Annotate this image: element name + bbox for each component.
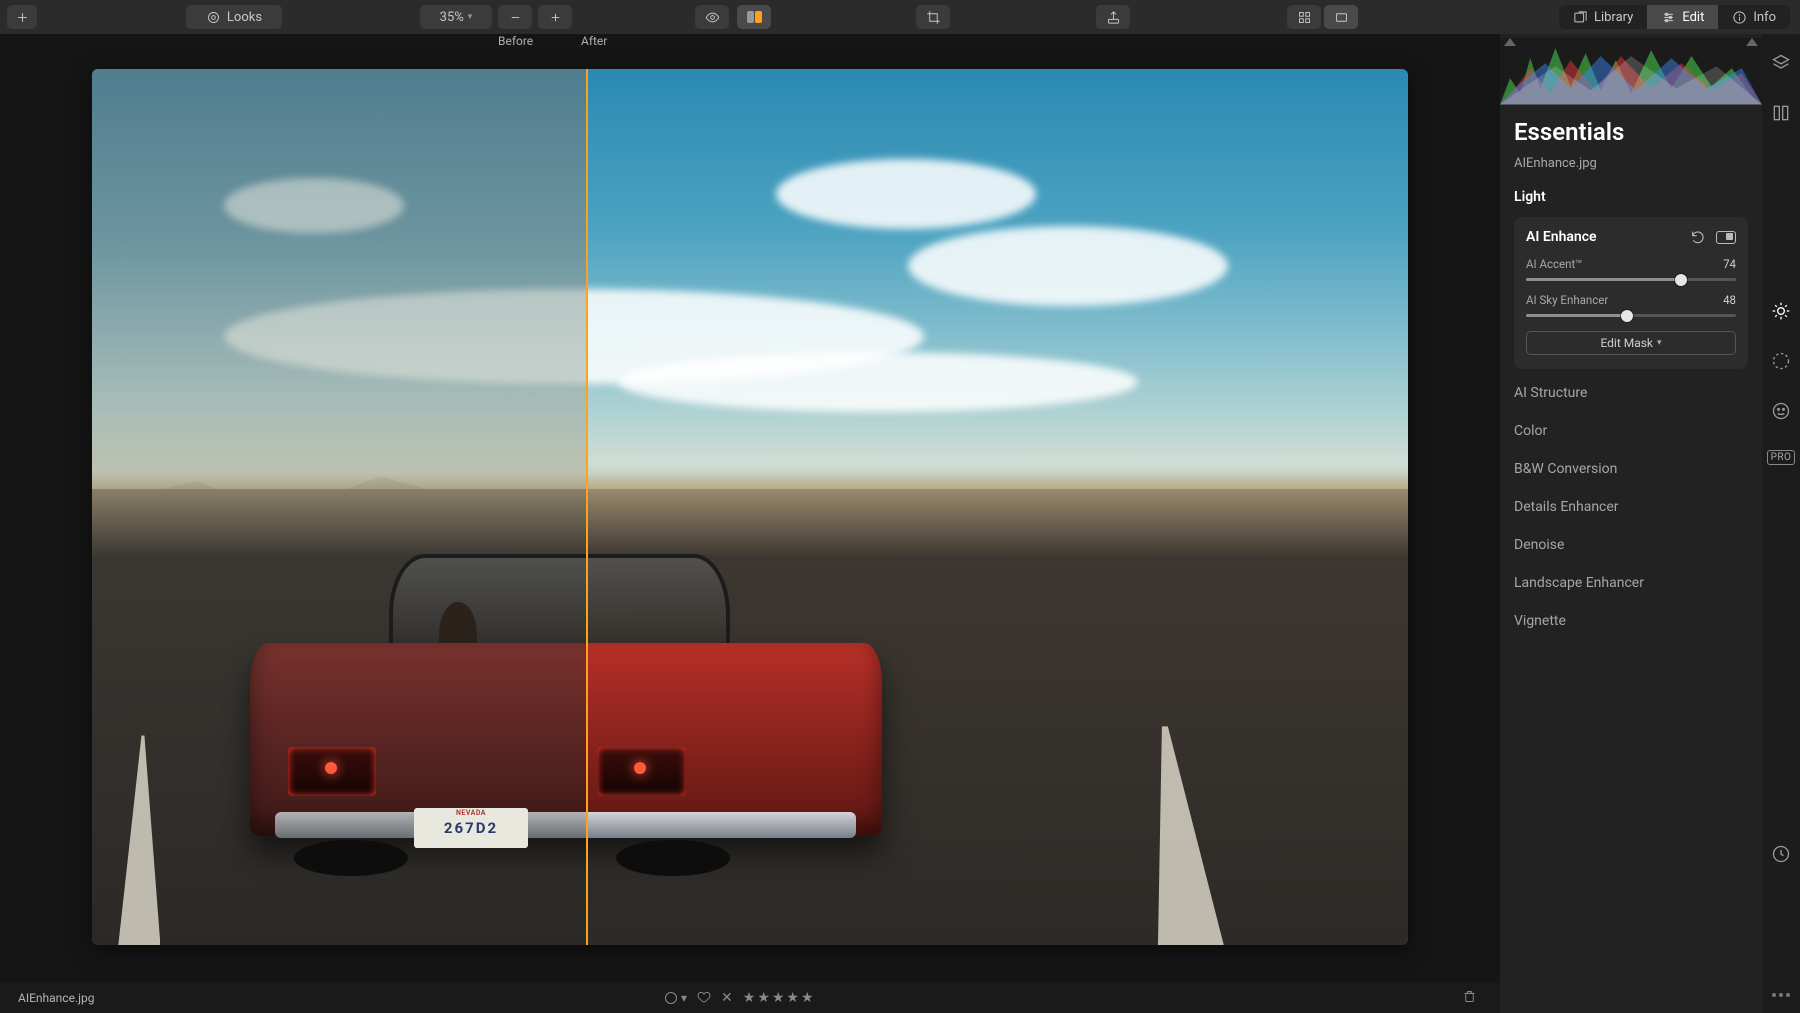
panel-filename: AIEnhance.jpg [1514,156,1748,171]
canvas-icon[interactable] [1770,102,1792,124]
looks-button[interactable]: Looks [186,5,282,29]
grid-view-button[interactable] [1287,5,1321,29]
creative-tool-icon[interactable] [1770,350,1792,372]
crop-button[interactable] [916,5,950,29]
ai-enhance-title[interactable]: AI Enhance [1526,229,1597,245]
section-landscape[interactable]: Landscape Enhancer [1514,575,1748,591]
section-denoise[interactable]: Denoise [1514,537,1748,553]
export-button[interactable] [1096,5,1130,29]
edit-mask-button[interactable]: Edit Mask [1526,331,1736,355]
section-details[interactable]: Details Enhancer [1514,499,1748,515]
rating-controls: ▾ ✕ ★★★★★ [665,990,816,1007]
zoom-value: 35% [440,10,464,25]
reject-button[interactable]: ✕ [721,990,733,1006]
section-color[interactable]: Color [1514,423,1748,439]
color-label-button[interactable] [665,992,677,1004]
top-toolbar: Looks 35% ▾ Library Edit [0,0,1800,34]
star-rating[interactable]: ★★★★★ [743,990,816,1006]
ai-accent-value: 74 [1723,257,1736,271]
footer-filename: AIEnhance.jpg [18,991,94,1005]
zoom-level-dropdown[interactable]: 35% ▾ [420,5,492,29]
pro-badge: PRO [1767,450,1796,465]
section-ai-structure[interactable]: AI Structure [1514,385,1748,401]
ai-accent-label: AI Accent™ [1526,257,1582,271]
compare-labels: Before After [0,34,1500,56]
image-viewport: Before After [0,34,1500,983]
favorite-button[interactable] [697,990,711,1007]
compare-toggle-button[interactable] [737,5,771,29]
inspector-panel: Essentials AIEnhance.jpg Light AI Enhanc… [1500,34,1800,1013]
essentials-tool-icon[interactable] [1770,300,1792,322]
zoom-in-button[interactable] [538,5,572,29]
portrait-tool-icon[interactable] [1770,400,1792,422]
reset-ai-enhance-button[interactable] [1690,229,1706,245]
history-icon[interactable] [1770,843,1792,865]
tab-info[interactable]: Info [1718,5,1790,29]
footer-bar: AIEnhance.jpg ▾ ✕ ★★★★★ [0,983,1500,1013]
delete-button[interactable] [1462,989,1477,1007]
preview-original-button[interactable] [695,5,729,29]
section-vignette[interactable]: Vignette [1514,613,1748,629]
compare-icon [747,11,762,23]
ai-enhance-panel: AI Enhance AI Accent™ 74 AI Sky Enhancer… [1514,217,1748,369]
compare-split-handle[interactable] [586,69,588,945]
ai-enhance-toggle[interactable] [1716,231,1736,244]
image-canvas[interactable]: NEVADA 267D2 [92,69,1408,945]
more-menu-icon[interactable] [1772,993,1790,997]
sections-list: AI Structure Color B&W Conversion Detail… [1514,385,1748,629]
layers-icon[interactable] [1770,52,1792,74]
section-bw[interactable]: B&W Conversion [1514,461,1748,477]
add-image-button[interactable] [7,5,37,29]
tab-library[interactable]: Library [1559,5,1647,29]
ai-accent-slider[interactable]: AI Accent™ 74 [1526,257,1736,281]
mode-tabs: Library Edit Info [1559,5,1790,29]
ai-sky-label: AI Sky Enhancer [1526,293,1608,307]
histogram[interactable] [1500,38,1762,104]
zoom-controls: 35% ▾ [420,5,572,29]
panel-title: Essentials [1514,118,1748,146]
after-label: After [581,34,607,48]
tab-edit[interactable]: Edit [1647,5,1718,29]
before-scene-clip: NEVADA267D2 [92,69,586,945]
ai-sky-value: 48 [1723,293,1736,307]
before-label: Before [498,34,533,48]
tool-rail: PRO [1762,34,1800,1013]
zoom-out-button[interactable] [498,5,532,29]
section-light[interactable]: Light [1514,189,1748,205]
ai-sky-slider[interactable]: AI Sky Enhancer 48 [1526,293,1736,317]
looks-label: Looks [227,10,262,25]
single-view-button[interactable] [1324,5,1358,29]
